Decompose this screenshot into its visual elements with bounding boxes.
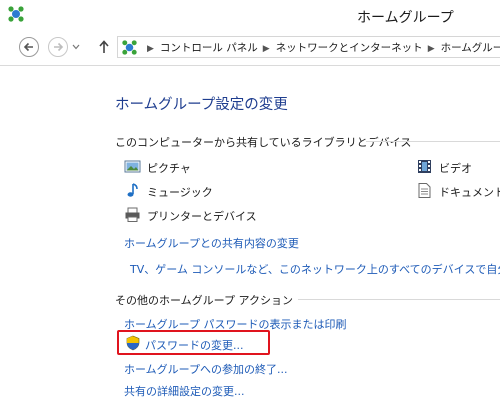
section-divider bbox=[366, 141, 500, 142]
breadcrumb-separator-icon[interactable]: ▶ bbox=[263, 44, 270, 54]
window-title: ホームグループ bbox=[357, 10, 454, 26]
breadcrumb-item[interactable]: ネットワークとインターネット bbox=[276, 42, 423, 54]
shared-section-heading: このコンピューターから共有しているライブラリとデバイス bbox=[115, 136, 412, 149]
back-button[interactable] bbox=[19, 37, 39, 57]
homegroup-window: ホームグループ ▶ コントロール パネル ▶ ネットワークとインターネット ▶ … bbox=[0, 0, 500, 400]
leave-homegroup-link[interactable]: ホームグループへの参加の終了... bbox=[124, 361, 288, 377]
recent-locations-chevron-icon[interactable] bbox=[72, 44, 80, 50]
pictures-icon bbox=[124, 158, 141, 175]
title-bar: ホームグループ bbox=[0, 0, 500, 31]
actions-section-heading: その他のホームグループ アクション bbox=[115, 294, 293, 307]
breadcrumb: ▶ コントロール パネル ▶ ネットワークとインターネット ▶ ホームグループ bbox=[142, 40, 500, 55]
arrow-right-icon bbox=[54, 42, 64, 52]
videos-icon bbox=[416, 158, 433, 175]
highlight-box bbox=[117, 330, 270, 355]
breadcrumb-separator-icon[interactable]: ▶ bbox=[428, 44, 435, 54]
up-arrow-icon[interactable] bbox=[97, 37, 111, 57]
breadcrumb-separator-icon: ▶ bbox=[147, 44, 154, 54]
main-content: ホームグループ設定の変更 このコンピューターから共有しているライブラリとデバイス… bbox=[0, 66, 500, 400]
change-shared-content-link[interactable]: ホームグループとの共有内容の変更 bbox=[124, 235, 299, 251]
navigation-bar: ▶ コントロール パネル ▶ ネットワークとインターネット ▶ ホームグループ bbox=[0, 31, 500, 66]
music-icon bbox=[124, 182, 141, 199]
breadcrumb-item[interactable]: コントロール パネル bbox=[160, 42, 258, 54]
section-divider bbox=[298, 299, 500, 300]
documents-icon bbox=[416, 182, 433, 199]
breadcrumb-item[interactable]: ホームグループ bbox=[441, 42, 500, 54]
homegroup-location-icon bbox=[121, 39, 138, 56]
homegroup-app-icon[interactable] bbox=[7, 5, 25, 23]
address-bar[interactable]: ▶ コントロール パネル ▶ ネットワークとインターネット ▶ ホームグループ bbox=[117, 36, 500, 58]
page-title: ホームグループ設定の変更 bbox=[115, 97, 288, 113]
advanced-sharing-settings-link[interactable]: 共有の詳細設定の変更... bbox=[124, 383, 245, 399]
forward-button[interactable] bbox=[48, 37, 68, 57]
allow-all-devices-link[interactable]: TV、ゲーム コンソールなど、このネットワーク上のすべてのデバイスで自分の共有コ bbox=[130, 261, 500, 277]
arrow-left-icon bbox=[23, 42, 33, 52]
printer-icon bbox=[124, 206, 141, 223]
